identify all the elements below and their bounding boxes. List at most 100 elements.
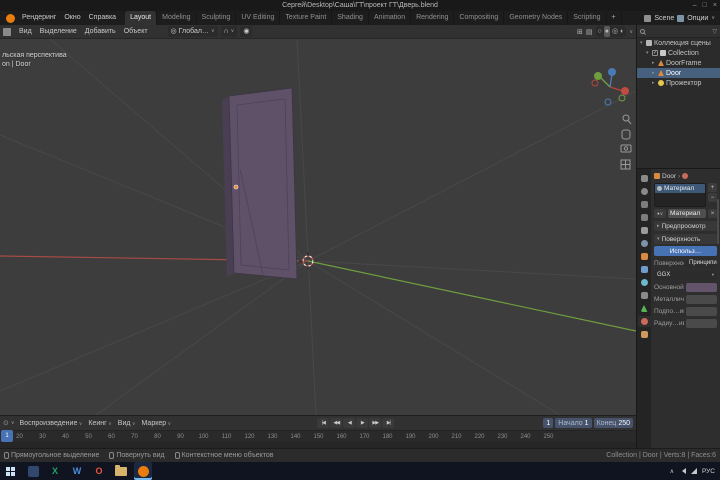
chevron-down-icon[interactable]: ∨	[629, 29, 633, 35]
property-control[interactable]: Принципи…	[686, 258, 717, 268]
gizmos-toggle-icon[interactable]: ⊞	[577, 28, 583, 36]
property-control[interactable]	[686, 318, 717, 328]
remove-slot-button[interactable]: −	[708, 193, 717, 202]
properties-tab[interactable]	[638, 186, 651, 197]
outliner-row[interactable]: ▸ ✓ Door	[637, 68, 720, 78]
window-close-button[interactable]: ×	[713, 2, 717, 9]
chevron-down-icon[interactable]: ∨	[711, 15, 715, 21]
viewport-menu-item[interactable]: Объект	[120, 25, 152, 39]
viewport-canvas[interactable]	[0, 39, 636, 415]
properties-tab[interactable]	[638, 173, 651, 184]
workspace-tab[interactable]: +	[607, 11, 622, 25]
taskbar-app-explorer[interactable]	[112, 462, 130, 480]
outliner-row[interactable]: ▸ ✓ DoorFrame	[637, 58, 720, 68]
taskbar-app-opera[interactable]: O	[90, 462, 108, 480]
viewport-menu-item[interactable]: Выделение	[36, 25, 81, 39]
proportional-editing-toggle[interactable]: ◉	[240, 26, 253, 37]
viewport-menu-item[interactable]: Вид	[15, 25, 36, 39]
door-object[interactable]	[222, 87, 298, 280]
workspace-tab[interactable]: Compositing	[454, 11, 505, 25]
properties-tab[interactable]	[638, 199, 651, 210]
taskbar-app-blender[interactable]	[134, 462, 152, 480]
playhead[interactable]: 1	[1, 430, 13, 442]
shading-solid-icon[interactable]: ●	[603, 26, 610, 37]
workspace-tab[interactable]: UV Editing	[236, 11, 281, 25]
surface-panel-header[interactable]: ▾ Поверхность	[654, 234, 717, 244]
window-maximize-button[interactable]: □	[703, 2, 707, 9]
gizmo-y-axis[interactable]	[594, 72, 602, 80]
timeline-menu-item[interactable]: Вид	[115, 420, 139, 427]
volume-icon[interactable]	[679, 468, 686, 474]
playback-button[interactable]: ◀◀	[330, 418, 343, 428]
properties-tab[interactable]	[638, 238, 651, 249]
pan-hand-icon[interactable]	[621, 129, 631, 140]
timeline-menu-item[interactable]: Маркер	[139, 420, 175, 427]
property-control[interactable]	[686, 294, 717, 304]
zoom-tool-icon[interactable]	[622, 114, 632, 125]
gizmo-z-neg[interactable]	[604, 98, 612, 106]
workspace-tab[interactable]: Texture Paint	[280, 11, 333, 25]
network-icon[interactable]	[690, 468, 697, 474]
timeline-menu-item[interactable]: Воспроизведение	[17, 420, 86, 427]
shading-rendered-icon[interactable]: ◐	[620, 26, 624, 37]
camera-view-icon[interactable]	[620, 144, 632, 153]
playback-button[interactable]: ▶|	[382, 418, 395, 428]
gizmo-x-axis[interactable]	[621, 87, 629, 95]
workspace-tab[interactable]: Shading	[332, 11, 369, 25]
workspace-tab[interactable]: Rendering	[411, 11, 455, 25]
playback-button[interactable]: ◀	[343, 418, 356, 428]
frame-start-field[interactable]: Начало 1	[555, 418, 592, 428]
playback-button[interactable]: |◀	[317, 418, 330, 428]
ortho-grid-icon[interactable]	[620, 159, 631, 170]
property-control[interactable]	[686, 282, 717, 292]
search-icon[interactable]	[640, 28, 645, 34]
menu-item[interactable]: Окно	[60, 11, 84, 25]
workspace-tab[interactable]: Scripting	[568, 11, 607, 25]
navigation-gizmo[interactable]	[591, 68, 629, 106]
browse-material-dropdown[interactable]: ●∨	[654, 209, 666, 218]
language-indicator[interactable]: РУС	[702, 468, 715, 475]
editor-type-icon[interactable]	[3, 27, 11, 36]
taskbar-app-word[interactable]: W	[68, 462, 86, 480]
scene-name[interactable]: Scene	[654, 15, 674, 22]
filter-icon[interactable]: ▽	[712, 28, 717, 35]
properties-tab[interactable]	[638, 277, 651, 288]
preview-panel-header[interactable]: ▸ Предпросмотр	[654, 221, 717, 231]
blender-logo-icon[interactable]	[6, 13, 15, 23]
overlays-toggle-icon[interactable]: ▤	[586, 28, 593, 36]
viewport-menu-item[interactable]: Добавить	[81, 25, 120, 39]
material-slot[interactable]: Материал	[655, 184, 705, 193]
properties-tab[interactable]	[638, 225, 651, 236]
snap-toggle[interactable]: ∩ ∨	[220, 26, 238, 37]
timeline-editor-icon[interactable]: ⊙	[3, 419, 9, 427]
material-name-field[interactable]: Материал	[668, 209, 706, 218]
taskbar-app-mail[interactable]	[24, 462, 42, 480]
outliner-row[interactable]: ▸ ✓ Прожектор	[637, 78, 720, 88]
timeline-menu-item[interactable]: Кеинг	[85, 420, 114, 427]
chevron-down-icon[interactable]: ∨	[11, 420, 15, 426]
playback-button[interactable]: ▶	[356, 418, 369, 428]
gizmo-y-neg[interactable]	[618, 94, 626, 102]
current-frame-field[interactable]: 1	[543, 418, 554, 428]
shading-wireframe-icon[interactable]: ○	[598, 26, 602, 37]
gizmo-x-neg[interactable]	[591, 79, 599, 87]
outliner-row[interactable]: ▾ ✓ Коллекция сцены	[637, 38, 720, 48]
properties-tab[interactable]	[638, 290, 651, 301]
tray-expand-icon[interactable]: ∧	[670, 468, 674, 475]
add-slot-button[interactable]: +	[708, 183, 717, 192]
visibility-checkbox[interactable]: ✓	[652, 50, 658, 56]
timeline-ruler[interactable]: 20 30 40 50 60 70 80 90 100 110 120 130 140 150 160 170…	[0, 430, 636, 442]
expand-arrow-icon[interactable]: ▸	[652, 60, 658, 66]
workspace-tab[interactable]: Geometry Nodes	[504, 11, 569, 25]
workspace-tab[interactable]: Animation	[369, 11, 412, 25]
properties-tab[interactable]	[637, 316, 651, 327]
properties-tab[interactable]	[638, 251, 651, 262]
outliner-row[interactable]: ▾ ✓ Collection	[637, 48, 720, 58]
window-minimize-button[interactable]: –	[693, 2, 697, 9]
3d-viewport[interactable]: льская перспектива on | Door	[0, 39, 636, 415]
property-control[interactable]	[686, 306, 717, 316]
start-button[interactable]	[0, 462, 20, 480]
properties-tab[interactable]	[638, 264, 651, 275]
use-nodes-button[interactable]: Использ…	[654, 246, 717, 256]
gizmo-z-axis[interactable]	[608, 68, 616, 76]
